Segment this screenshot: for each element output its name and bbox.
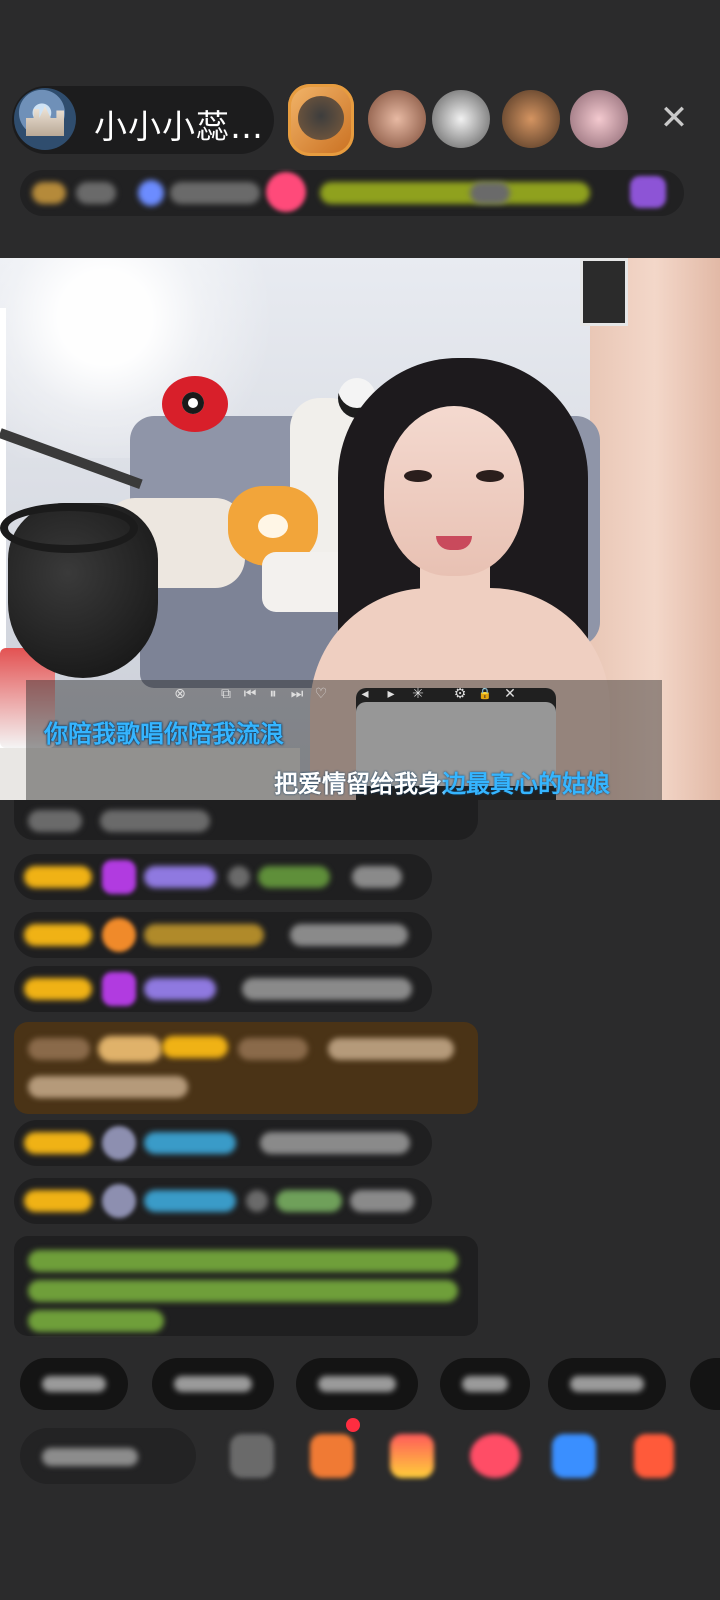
viewer-avatar-5[interactable] (570, 90, 628, 148)
chat-message[interactable] (14, 966, 432, 1012)
guard-icon[interactable] (266, 172, 306, 212)
chat-message[interactable] (14, 1178, 432, 1224)
lock-icon[interactable]: 🔒 (477, 686, 493, 702)
viewer-avatar-2[interactable] (368, 90, 426, 148)
lyric-line-2: 把爱情留给我身边最真心的姑娘 (274, 764, 610, 799)
chat-text (290, 924, 408, 946)
quick-reply-6[interactable] (690, 1358, 720, 1410)
hot-count (170, 182, 260, 204)
fan-badge[interactable] (24, 1190, 92, 1212)
host-avatar[interactable] (14, 88, 76, 150)
hot-icon[interactable] (138, 180, 164, 206)
user-avatar[interactable] (102, 1184, 136, 1218)
quick-reply-4[interactable] (440, 1358, 530, 1410)
notification-dot (346, 1418, 360, 1432)
chat-text (260, 1132, 410, 1154)
lyric-right-icon[interactable]: ▸ (383, 686, 399, 702)
player-close-icon[interactable]: ⊗ (172, 686, 188, 702)
chat-input-placeholder (42, 1448, 138, 1466)
fan-badge[interactable] (24, 978, 92, 1000)
lyric-left-icon[interactable]: ◂ (357, 686, 373, 702)
username[interactable] (144, 866, 216, 888)
chat-message[interactable] (14, 912, 432, 958)
username[interactable] (276, 1190, 342, 1212)
rank-tag[interactable] (32, 182, 66, 204)
next-track-icon[interactable]: ⏭ (289, 686, 305, 702)
gift-text (28, 1038, 90, 1060)
more-icon[interactable] (634, 1434, 674, 1478)
chat-message[interactable] (14, 1120, 432, 1166)
username[interactable] (144, 1132, 236, 1154)
chat-text (28, 810, 82, 832)
lucky-bag-icon[interactable] (470, 1434, 520, 1478)
fan-badge[interactable] (24, 924, 92, 946)
quick-reply-5[interactable] (548, 1358, 666, 1410)
quick-reply-3[interactable] (296, 1358, 418, 1410)
system-notice (14, 1236, 478, 1336)
pause-icon[interactable]: ⏸ (265, 686, 281, 702)
mic-shock-mount (0, 503, 138, 553)
notice-text (28, 1280, 458, 1302)
gift-message[interactable] (14, 1022, 478, 1114)
chat-text (242, 978, 412, 1000)
notice-text (28, 1310, 164, 1332)
close-icon[interactable]: ✕ (656, 100, 692, 136)
red-plush-toy (162, 376, 228, 432)
host-name[interactable]: 小小小蕊… (94, 100, 264, 148)
gift-icon[interactable] (390, 1434, 434, 1478)
quick-reply-text (174, 1376, 252, 1392)
username[interactable] (144, 1190, 236, 1212)
tag-gray (470, 182, 510, 204)
game-icon[interactable] (552, 1434, 596, 1478)
viewer-avatar-4[interactable] (502, 90, 560, 148)
activity-icon[interactable] (630, 176, 666, 208)
diamond-icon (102, 972, 136, 1006)
gift-icon (98, 1036, 162, 1062)
quick-reply-text (318, 1376, 396, 1392)
player-dismiss-icon[interactable]: ✕ (502, 686, 518, 702)
user-avatar[interactable] (102, 1126, 136, 1160)
chat-text (100, 810, 210, 832)
prev-track-icon[interactable]: ⏮ (242, 686, 258, 702)
gift-text (28, 1076, 188, 1098)
top-viewer-avatar-1[interactable] (288, 84, 354, 156)
heart-icon[interactable]: ♡ (313, 686, 329, 702)
chat-text (352, 866, 402, 888)
diamond-icon (102, 860, 136, 894)
username[interactable] (238, 1038, 308, 1060)
quick-reply-text (462, 1376, 508, 1392)
chat-text (246, 1190, 268, 1212)
chat-text (228, 866, 250, 888)
medal-icon (102, 918, 136, 952)
follow-tags[interactable] (320, 182, 590, 204)
streamer-eyes (404, 470, 504, 484)
viewer-avatar-3[interactable] (432, 90, 490, 148)
fan-badge[interactable] (24, 1132, 92, 1154)
emoji-icon[interactable] (230, 1434, 274, 1478)
quick-reply-text (570, 1376, 644, 1392)
effects-icon[interactable]: ✳ (410, 686, 426, 702)
wall-frame (580, 258, 628, 326)
notice-text (28, 1250, 458, 1272)
gift-text (328, 1038, 454, 1060)
chat-input[interactable] (20, 1428, 196, 1484)
fan-badge[interactable] (162, 1036, 228, 1058)
quick-reply-1[interactable] (20, 1358, 128, 1410)
rank-text (76, 182, 116, 204)
settings-icon[interactable]: ⚙ (452, 686, 468, 702)
quick-reply-text (42, 1376, 106, 1392)
gift-box-icon[interactable] (310, 1434, 354, 1478)
chat-message[interactable] (14, 800, 478, 840)
username[interactable] (258, 866, 330, 888)
username[interactable] (144, 978, 216, 1000)
fan-badge[interactable] (24, 866, 92, 888)
username[interactable] (144, 924, 264, 946)
player-window-icon[interactable]: ⧉ (218, 686, 234, 702)
quick-reply-2[interactable] (152, 1358, 274, 1410)
streamer-face (384, 406, 524, 576)
room-info-bar[interactable] (20, 170, 684, 216)
lyric-line-1: 你陪我歌唱你陪我流浪 (44, 720, 284, 748)
chat-message[interactable] (14, 854, 432, 900)
chat-text (350, 1190, 414, 1212)
